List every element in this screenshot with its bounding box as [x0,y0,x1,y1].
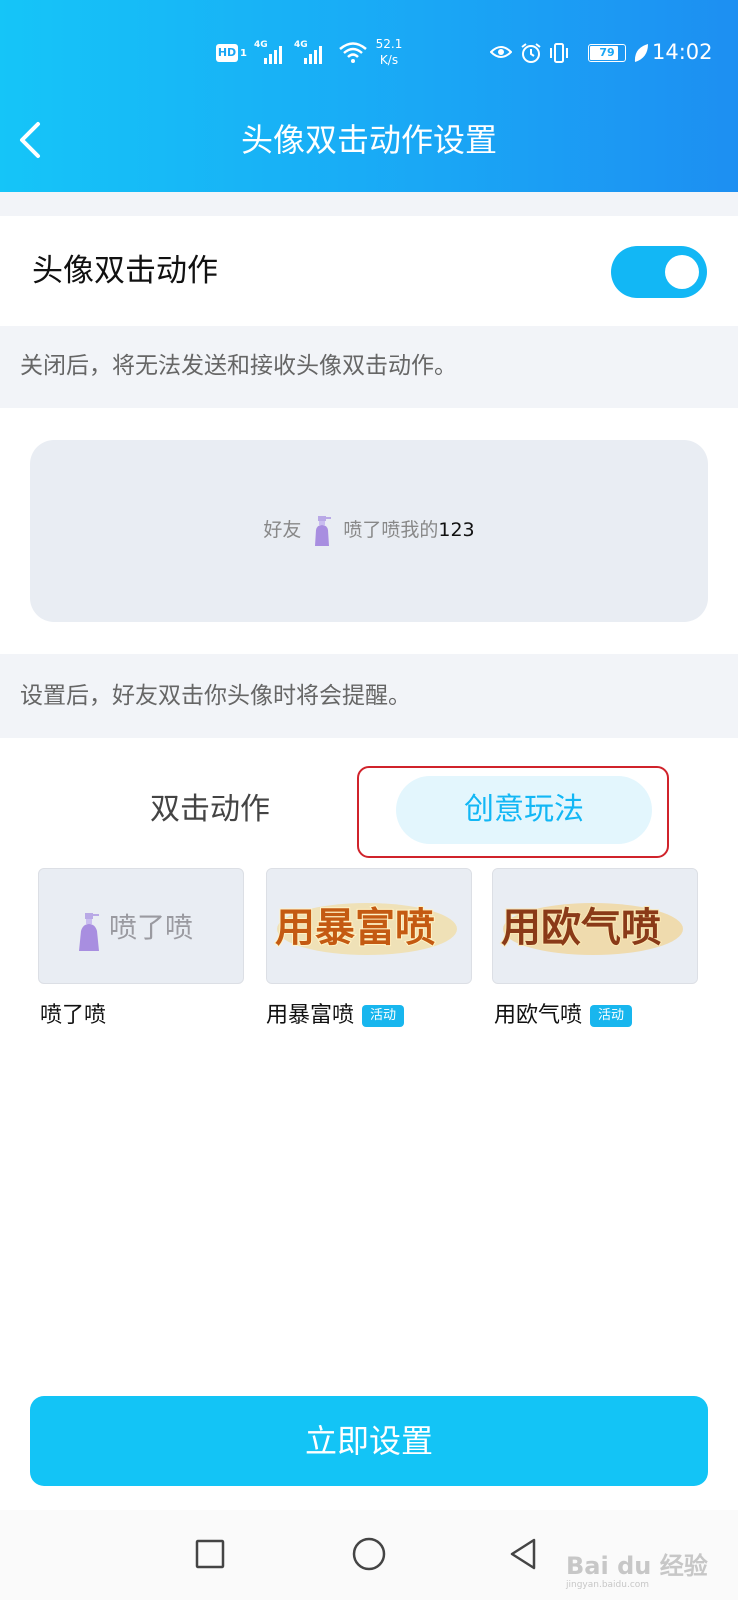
hd-sub-label: 1 [240,48,247,59]
rich-spray-thumbnail: 用暴富喷 [267,869,471,983]
apply-now-button[interactable]: 立即设置 [30,1396,708,1486]
page-title: 头像双击动作设置 [240,121,497,159]
section-divider [0,192,738,216]
item-name: 用欧气喷 活动 [494,998,633,1033]
preview-message: 好友 喷了喷我的123 [30,510,708,550]
signal-icon: 4G [254,40,292,66]
preview-target: 123 [438,519,475,541]
item-card-spray[interactable]: 喷了喷 [38,868,244,984]
alarm-icon [521,43,541,63]
thumb-text: 用暴富喷 [275,905,435,951]
preview-hint: 设置后，好友双击你头像时将会提醒。 [20,683,411,709]
tab-creative-play[interactable]: 创意玩法 [396,776,652,844]
clock: 14:02 [652,40,713,64]
event-badge: 活动 [590,1005,633,1027]
spray-thumbnail: 喷了喷 [79,911,193,951]
thumb-text: 用欧气喷 [501,905,661,951]
status-bar: HD 1 4G 4G 52.1 K/s 79 14:02 [0,30,738,80]
header-bar: HD 1 4G 4G 52.1 K/s 79 14:02 头像双击动作设置 [0,0,738,192]
toggle-knob [665,255,699,289]
hd-badge: HD [216,44,238,62]
signal-icon: 4G [294,40,332,66]
leaf-icon [634,44,648,62]
preview-action: 喷了喷我的 [343,519,439,541]
home-icon[interactable] [345,1530,393,1578]
watermark: Bai du 经验 jingyan.baidu.com [566,1552,708,1590]
hint-block: 设置后，好友双击你头像时将会提醒。 [0,654,738,738]
recents-icon[interactable] [186,1530,234,1578]
hint-block: 关闭后，将无法发送和接收头像双击动作。 [0,326,738,408]
wifi-icon [339,42,367,63]
toggle-label: 头像双击动作 [32,253,218,289]
network-speed: 52.1 K/s [375,37,403,67]
double-tap-toggle[interactable] [611,246,707,298]
preview-prefix: 好友 [263,519,302,541]
spray-bottle-icon [315,515,332,546]
event-badge: 活动 [362,1005,405,1027]
tab-double-tap-action[interactable]: 双击动作 [150,788,270,832]
preview-card: 好友 喷了喷我的123 [30,440,708,622]
item-name: 喷了喷 [40,1003,107,1028]
thumb-text: 喷了喷 [109,911,193,944]
item-card-rich-spray[interactable]: 用暴富喷 [266,868,472,984]
vibrate-icon [550,43,568,63]
eye-comfort-icon [490,46,512,58]
back-nav-icon[interactable] [500,1530,548,1578]
item-card-lucky-spray[interactable]: 用欧气喷 [492,868,698,984]
lucky-spray-thumbnail: 用欧气喷 [493,869,697,983]
item-name: 用暴富喷 活动 [266,998,405,1033]
battery-icon: 79 [588,44,626,62]
toggle-hint: 关闭后，将无法发送和接收头像双击动作。 [20,353,457,379]
